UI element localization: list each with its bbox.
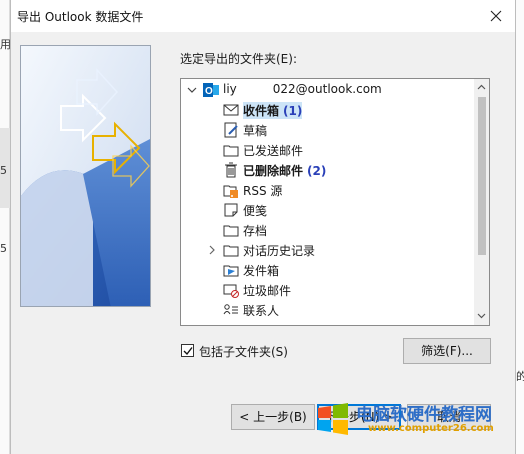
back-button[interactable]: < 上一步(B) xyxy=(231,404,315,430)
folder-name: 联系人 xyxy=(243,304,280,318)
trash-icon xyxy=(225,162,237,178)
outlook-icon: O xyxy=(203,83,219,97)
expand-chevron-icon[interactable] xyxy=(207,243,217,257)
folder-name: 收件箱 xyxy=(243,104,280,118)
folder-name: 草稿 xyxy=(243,124,268,138)
tree-row-archive[interactable]: 存档 xyxy=(181,220,471,240)
windows-logo-icon xyxy=(318,403,348,435)
tree-scrollbar[interactable] xyxy=(474,79,489,325)
tree-row-drafts[interactable]: 草稿 xyxy=(181,120,471,140)
folder-name: 存档 xyxy=(243,224,268,238)
folder-icon xyxy=(223,322,239,326)
svg-text:O: O xyxy=(205,86,213,97)
background-window-right: 的 xyxy=(516,0,524,454)
tree-row-outbox[interactable]: 发件箱 xyxy=(181,260,471,280)
title-bar: 导出 Outlook 数据文件 xyxy=(11,0,515,32)
dialog-title: 导出 Outlook 数据文件 xyxy=(17,10,144,24)
folder-icon xyxy=(223,145,239,157)
inbox-icon xyxy=(223,104,239,116)
tree-row-notes[interactable]: 便笺 xyxy=(181,200,471,220)
folder-name: 便笺 xyxy=(243,204,268,218)
include-subfolders-label: 包括子文件夹(S) xyxy=(199,345,288,359)
export-dialog: 导出 Outlook 数据文件 选定导出的文件夹(E): O liy 022@o… xyxy=(10,0,516,454)
watermark: 电脑软硬件教程网 www.computer26.com xyxy=(316,398,516,442)
watermark-title: 电脑软硬件教程网 xyxy=(356,405,492,425)
close-icon xyxy=(490,10,502,22)
checkmark-icon xyxy=(183,347,193,356)
scroll-thumb[interactable] xyxy=(478,97,486,255)
folder-name: 已删除邮件 xyxy=(243,164,304,178)
archive-icon xyxy=(223,225,239,237)
tree-row-rss[interactable]: RSS 源 xyxy=(181,180,471,200)
outbox-icon xyxy=(223,265,239,277)
tree-row-conversation-history[interactable]: 对话历史记录 xyxy=(181,240,471,260)
folder-name: RSS 源 xyxy=(243,184,283,198)
folder-name: 已发送邮件 xyxy=(243,144,304,158)
background-text: 5 xyxy=(0,164,7,177)
unread-count: (1) xyxy=(283,104,303,118)
scroll-down-icon[interactable] xyxy=(477,311,486,320)
background-text: 的 xyxy=(516,370,524,383)
close-button[interactable] xyxy=(483,3,509,29)
tree-row-deleted[interactable]: 已删除邮件 (2) xyxy=(181,160,471,180)
folder-icon xyxy=(223,245,239,257)
tree-row-inbox[interactable]: 收件箱 (1) xyxy=(181,100,471,120)
folder-name: 发件箱 xyxy=(243,264,280,278)
tree-row-contacts[interactable]: 联系人 xyxy=(181,300,471,320)
wizard-illustration xyxy=(20,45,151,307)
watermark-url: www.computer26.com xyxy=(368,423,494,434)
unread-count: (2) xyxy=(307,164,327,178)
collapse-chevron-icon[interactable] xyxy=(187,83,197,97)
folder-name: 对话历史记录 xyxy=(243,244,316,258)
tree-row-partial[interactable] xyxy=(181,320,471,326)
notes-icon xyxy=(224,203,238,217)
filter-button[interactable]: 筛选(F)... xyxy=(403,338,491,364)
tree-row-sent[interactable]: 已发送邮件 xyxy=(181,140,471,160)
background-window-left: 用 5 5 xyxy=(0,0,11,454)
background-text: 5 xyxy=(0,242,7,255)
folder-select-label: 选定导出的文件夹(E): xyxy=(180,52,297,66)
scroll-up-icon[interactable] xyxy=(477,83,486,92)
include-subfolders-checkbox[interactable] xyxy=(181,344,194,357)
folder-tree[interactable]: O liy 022@outlook.com 收件箱 (1) 草稿 已发送邮件 已… xyxy=(180,78,490,326)
folder-name: 垃圾邮件 xyxy=(243,284,292,298)
junk-icon xyxy=(223,284,239,298)
tree-row-account[interactable]: O liy 022@outlook.com xyxy=(181,80,471,100)
rss-icon xyxy=(223,185,238,198)
tree-row-junk[interactable]: 垃圾邮件 xyxy=(181,280,471,300)
account-email: liy 022@outlook.com xyxy=(223,82,382,96)
contacts-icon xyxy=(223,304,238,315)
drafts-icon xyxy=(224,122,238,138)
